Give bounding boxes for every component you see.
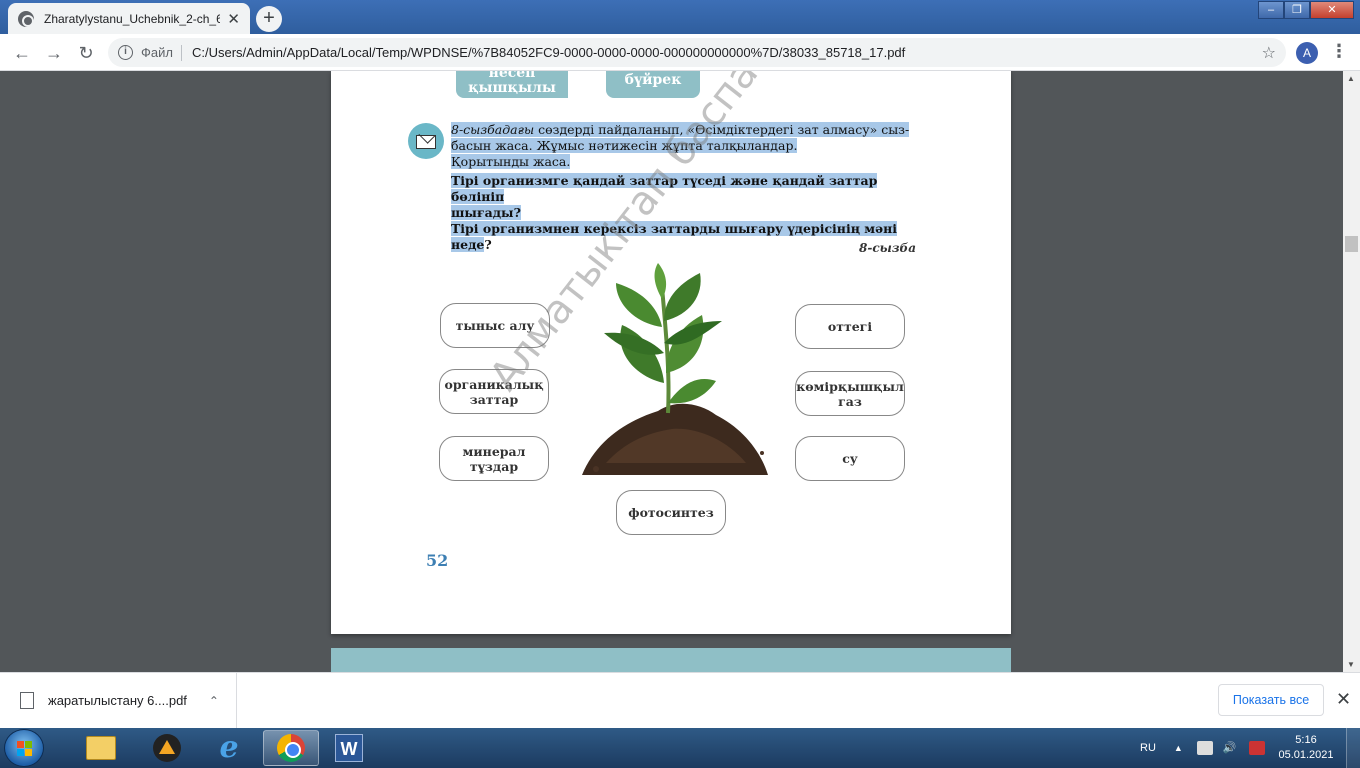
browser-toolbar: ← → ↻ i Файл C:/Users/Admin/AppData/Loca…: [0, 34, 1360, 71]
show-desktop-button[interactable]: [1346, 728, 1360, 768]
chip-buirek: бүйрек: [606, 71, 700, 98]
forward-button[interactable]: →: [42, 41, 66, 65]
node-photosynthesis: фотосинтез: [616, 490, 726, 535]
scroll-up-icon[interactable]: ▲: [1347, 74, 1355, 83]
folder-icon: [86, 736, 116, 760]
globe-icon: [18, 10, 34, 27]
divider: [180, 44, 182, 61]
reload-button[interactable]: ↻: [74, 41, 98, 65]
chevron-up-icon[interactable]: ⌃: [209, 694, 219, 708]
tab-title: Zharatylystanu_Uchebnik_2-ch_6: [44, 11, 220, 26]
word-icon: W: [335, 734, 363, 762]
node-organic-matter: органикалық заттар: [439, 369, 549, 414]
task-line1: сөздерді пайдаланып, «Өсімдіктердегі зат…: [534, 122, 910, 137]
title-bar: Zharatylystanu_Uchebnik_2-ch_6 ✕ + – ❐ ✕: [0, 0, 1360, 34]
node-label: оттегі: [827, 319, 873, 334]
taskbar-ie[interactable]: e: [201, 730, 257, 766]
scrollbar-thumb[interactable]: [1345, 236, 1358, 252]
tab-close-button[interactable]: ✕: [227, 10, 240, 28]
system-tray: RU ▲ 🔊: [1140, 728, 1275, 768]
figure-caption: 8-сызба: [859, 241, 916, 255]
new-tab-button[interactable]: +: [256, 6, 282, 32]
avast-icon: [153, 734, 181, 762]
task-ref: 8-сызбадағы: [451, 122, 535, 137]
action-center-icon[interactable]: [1196, 741, 1213, 755]
menu-icon[interactable]: ⋮: [1330, 41, 1348, 62]
chrome-icon: [277, 734, 305, 762]
node-mineral-salts: минерал тұздар: [439, 436, 549, 481]
node-label: фотосинтез: [628, 505, 714, 520]
maximize-button[interactable]: ❐: [1284, 1, 1310, 19]
url-text[interactable]: C:/Users/Admin/AppData/Local/Temp/WPDNSE…: [192, 45, 905, 60]
plant-illustration: [582, 263, 768, 475]
node-label: тыныс алу: [455, 318, 535, 333]
downloads-bar: жаратылыстану 6....pdf ⌃ Показать все ✕: [0, 672, 1360, 728]
internet-explorer-icon: e: [219, 730, 239, 765]
network-icon[interactable]: [1248, 741, 1265, 755]
system-clock[interactable]: 5:16 05.01.2021: [1278, 733, 1334, 763]
download-item[interactable]: жаратылыстану 6....pdf ⌃: [0, 673, 237, 728]
node-label: су: [842, 451, 858, 466]
taskbar-avast[interactable]: [139, 730, 195, 766]
pdf-page: несеп қышқылы бүйрек 8-сызбадағы сөздерд…: [331, 71, 1011, 634]
info-icon[interactable]: i: [118, 45, 133, 60]
show-all-button[interactable]: Показать все: [1218, 684, 1324, 716]
task-line2: басын жаса. Жұмыс нәтижесін жұпта талқыл…: [451, 138, 798, 153]
question-2-mark: ?: [484, 237, 492, 252]
scheme-label: Файл: [141, 45, 173, 60]
bookmark-star-icon[interactable]: ☆: [1262, 43, 1276, 63]
profile-avatar[interactable]: A: [1296, 42, 1318, 64]
task-text: 8-сызбадағы сөздерді пайдаланып, «Өсімді…: [451, 122, 917, 253]
window-controls: – ❐ ✕: [1258, 1, 1354, 19]
scroll-down-icon[interactable]: ▼: [1347, 660, 1355, 669]
language-indicator[interactable]: RU: [1140, 742, 1156, 754]
node-oxygen: оттегі: [795, 304, 905, 349]
clock-time: 5:16: [1295, 734, 1317, 746]
taskbar-explorer[interactable]: [73, 730, 129, 766]
address-bar[interactable]: i Файл C:/Users/Admin/AppData/Local/Temp…: [108, 38, 1286, 67]
pdf-viewport: несеп қышқылы бүйрек 8-сызбадағы сөздерд…: [0, 71, 1343, 672]
node-label: минерал тұздар: [462, 443, 526, 474]
vertical-scrollbar[interactable]: ▲ ▼: [1343, 71, 1360, 672]
back-button[interactable]: ←: [10, 41, 34, 65]
close-window-button[interactable]: ✕: [1310, 1, 1354, 19]
file-icon: [20, 692, 34, 709]
browser-tab[interactable]: Zharatylystanu_Uchebnik_2-ch_6 ✕: [8, 3, 250, 34]
chip-nesep: несеп қышқылы: [456, 71, 568, 98]
node-breathing: тыныс алу: [440, 303, 550, 348]
volume-icon[interactable]: 🔊: [1223, 741, 1239, 755]
page-number: 52: [426, 551, 449, 570]
next-pdf-page: [331, 648, 1011, 672]
envelope-icon: [408, 123, 444, 159]
node-label: органикалық заттар: [444, 376, 544, 407]
tray-expand-icon[interactable]: ▲: [1174, 743, 1183, 753]
windows-logo-icon: [17, 741, 33, 757]
close-downloads-button[interactable]: ✕: [1336, 689, 1351, 710]
windows-taskbar: e W RU ▲ 🔊 5:16 05.01.2021: [0, 728, 1360, 768]
question-2: Тірі организмнен керексіз заттарды шығар…: [451, 221, 898, 252]
start-button[interactable]: [4, 729, 44, 767]
clock-date: 05.01.2021: [1278, 749, 1334, 761]
question-1a: Тірі организмге қандай заттар түседі жән…: [451, 173, 878, 204]
node-water: су: [795, 436, 905, 481]
download-file-name[interactable]: жаратылыстану 6....pdf: [48, 693, 187, 708]
taskbar-chrome[interactable]: [263, 730, 319, 766]
node-label: көмірқышқыл газ: [796, 378, 904, 409]
taskbar-word[interactable]: W: [321, 730, 377, 766]
task-line3: Қорытынды жаса.: [451, 154, 571, 169]
question-1b: шығады?: [451, 205, 521, 220]
node-carbon-dioxide: көмірқышқыл газ: [795, 371, 905, 416]
minimize-button[interactable]: –: [1258, 1, 1284, 19]
